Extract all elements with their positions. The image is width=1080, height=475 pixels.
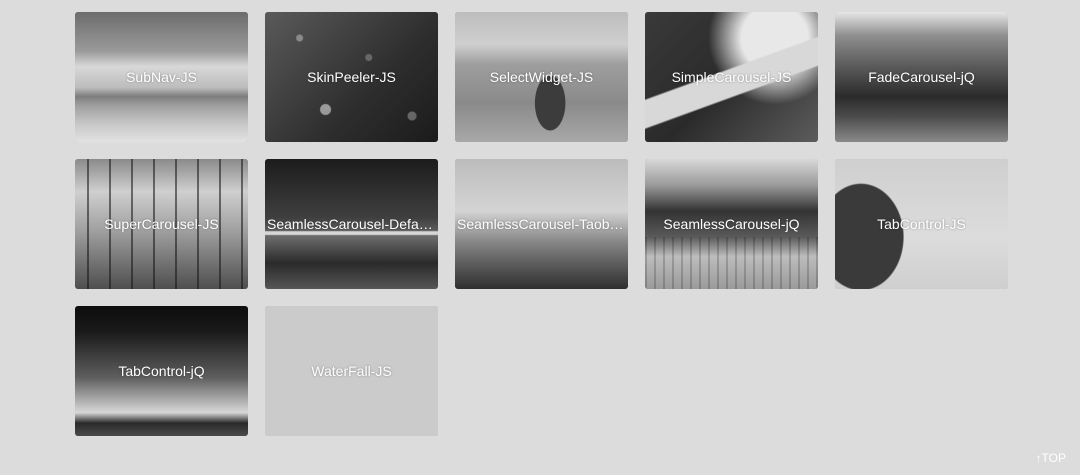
- project-title: SeamlessCarousel-jQ: [663, 216, 800, 232]
- project-title: SuperCarousel-JS: [104, 216, 219, 232]
- project-card-tabcontrol-jq[interactable]: TabControl-jQ: [75, 306, 248, 436]
- project-title: TabControl-JS: [877, 216, 966, 232]
- project-title: SubNav-JS: [126, 69, 197, 85]
- project-card-seamless-taobao[interactable]: SeamlessCarousel-Taobao-JS: [455, 159, 628, 289]
- project-title: SimpleCarousel-JS: [671, 69, 792, 85]
- project-card-subnav[interactable]: SubNav-JS: [75, 12, 248, 142]
- project-card-fadecarousel[interactable]: FadeCarousel-jQ: [835, 12, 1008, 142]
- project-title: SelectWidget-JS: [489, 69, 594, 85]
- project-title: SeamlessCarousel-Taobao-JS: [457, 216, 628, 232]
- project-card-seamless-default[interactable]: SeamlessCarousel-Default-JS: [265, 159, 438, 289]
- project-grid: SubNav-JS SkinPeeler-JS SelectWidget-JS …: [75, 12, 1008, 436]
- project-title: SkinPeeler-JS: [307, 69, 396, 85]
- project-card-selectwidget[interactable]: SelectWidget-JS: [455, 12, 628, 142]
- project-title: FadeCarousel-jQ: [868, 69, 975, 85]
- project-card-skinpeeler[interactable]: SkinPeeler-JS: [265, 12, 438, 142]
- project-card-tabcontrol-js[interactable]: TabControl-JS: [835, 159, 1008, 289]
- back-to-top-link[interactable]: ↑TOP: [1036, 451, 1066, 465]
- project-title: SeamlessCarousel-Default-JS: [267, 216, 438, 232]
- project-title: TabControl-jQ: [118, 363, 205, 379]
- project-card-supercarousel[interactable]: SuperCarousel-JS: [75, 159, 248, 289]
- project-card-seamless-jq[interactable]: SeamlessCarousel-jQ: [645, 159, 818, 289]
- project-card-waterfall[interactable]: WaterFall-JS: [265, 306, 438, 436]
- project-title: WaterFall-JS: [311, 363, 392, 379]
- project-card-simplecarousel[interactable]: SimpleCarousel-JS: [645, 12, 818, 142]
